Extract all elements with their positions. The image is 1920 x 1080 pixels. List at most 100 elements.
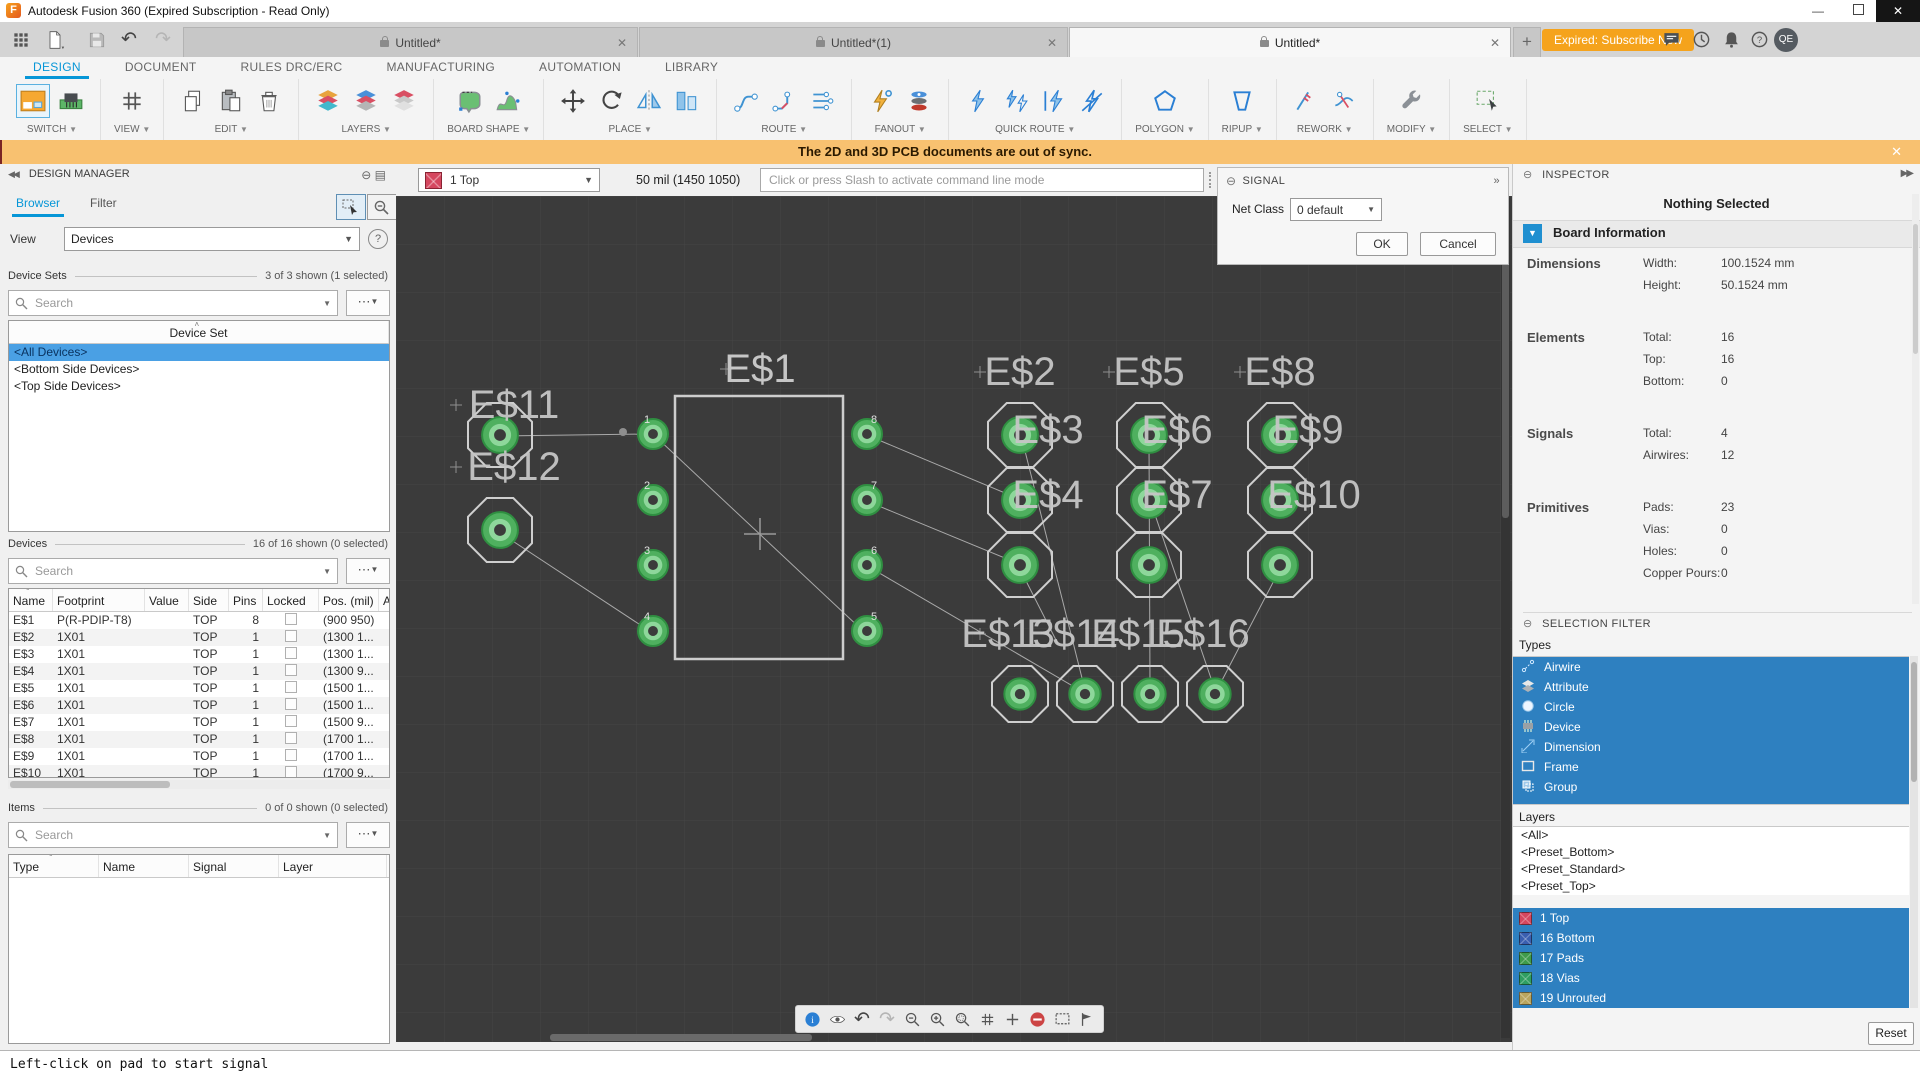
grid-icon[interactable] xyxy=(977,1009,997,1029)
locked-checkbox[interactable] xyxy=(285,630,297,642)
table-row[interactable]: E$21X01TOP1(1300 1... xyxy=(9,629,389,646)
devices-table-hscrollbar[interactable] xyxy=(8,780,390,789)
polygon-icon[interactable] xyxy=(1149,85,1181,117)
locked-checkbox[interactable] xyxy=(285,766,297,778)
table-row[interactable]: E$31X01TOP1(1300 1... xyxy=(9,646,389,663)
locked-checkbox[interactable] xyxy=(285,613,297,625)
quick-route-all-icon[interactable] xyxy=(1038,85,1070,117)
collapse-filter-icon[interactable]: ⊖ xyxy=(1523,618,1533,630)
save-icon[interactable] xyxy=(86,30,108,50)
table-row[interactable]: E$61X01TOP1(1500 1... xyxy=(9,697,389,714)
layer-row-18-vias[interactable]: 18 Vias xyxy=(1513,968,1909,988)
layer-preset-row[interactable]: <Preset_Top> xyxy=(1513,878,1909,895)
route-multi-icon[interactable] xyxy=(806,85,838,117)
canvas-nav-bar[interactable]: i↶↷ xyxy=(795,1005,1104,1033)
ribbon-group-label[interactable]: MODIFY ▼ xyxy=(1387,124,1436,135)
select-on-canvas-button[interactable] xyxy=(336,194,366,220)
command-line-input[interactable] xyxy=(761,169,1203,191)
devices-column-header[interactable]: Side xyxy=(189,589,229,611)
board-information-row[interactable]: ▼ Board Information xyxy=(1513,220,1920,248)
route-icon[interactable] xyxy=(730,85,762,117)
table-row[interactable]: E$41X01TOP1(1300 9... xyxy=(9,663,389,680)
close-tab-icon[interactable]: ✕ xyxy=(1490,36,1500,50)
layers-a-icon[interactable] xyxy=(312,85,344,117)
ribbon-group-label[interactable]: EDIT ▼ xyxy=(215,124,248,135)
items-column-header[interactable]: ˆType xyxy=(9,855,99,877)
view-dropdown[interactable]: Devices ▼ xyxy=(64,227,360,251)
document-tab[interactable]: Untitled*✕ xyxy=(1069,27,1511,58)
net-class-dropdown[interactable]: 0 default ▼ xyxy=(1290,198,1382,221)
type-filter-dimension[interactable]: Dimension xyxy=(1513,737,1909,757)
type-filter-device[interactable]: Device xyxy=(1513,717,1909,737)
signal-dialog-header[interactable]: ⊖ SIGNAL » xyxy=(1218,168,1508,194)
route-angle-icon[interactable] xyxy=(768,85,800,117)
undo-icon[interactable]: ↶ xyxy=(118,30,140,50)
items-table-header[interactable]: ˆTypeNameSignalLayer xyxy=(9,855,389,878)
table-row[interactable]: E$91X01TOP1(1700 1... xyxy=(9,748,389,765)
layer-preset-row[interactable]: <Preset_Bottom> xyxy=(1513,844,1909,861)
paste-icon[interactable] xyxy=(215,85,247,117)
file-new-icon[interactable]: ▾ xyxy=(44,30,66,50)
board-spline-icon[interactable] xyxy=(492,85,524,117)
type-filter-circle[interactable]: Circle xyxy=(1513,697,1909,717)
items-menu-button[interactable]: ⋯▼ xyxy=(346,822,390,848)
ok-button[interactable]: OK xyxy=(1356,232,1408,256)
pcb-viewport[interactable]: 12348765E$1E$11E$12E$2E$5E$8E$3E$4E$6E$7… xyxy=(396,196,1512,1042)
table-row[interactable]: E$101X01TOP1(1700 9... xyxy=(9,765,389,778)
locked-checkbox[interactable] xyxy=(285,715,297,727)
devices-menu-button[interactable]: ⋯▼ xyxy=(346,558,390,584)
bell-icon[interactable] xyxy=(1722,30,1746,50)
redo-icon[interactable]: ↷ xyxy=(877,1009,897,1029)
locked-checkbox[interactable] xyxy=(285,664,297,676)
canvas-vscrollbar[interactable] xyxy=(1501,198,1510,1038)
info-icon[interactable]: i xyxy=(802,1009,822,1029)
document-tab[interactable]: Untitled*✕ xyxy=(183,27,638,58)
layers-c-icon[interactable] xyxy=(388,85,420,117)
ribbon-tab-document[interactable]: DOCUMENT xyxy=(117,57,205,79)
type-filter-airwire[interactable]: Airwire xyxy=(1513,657,1909,677)
copy-icon[interactable] xyxy=(177,85,209,117)
device-set-row[interactable]: <Bottom Side Devices> xyxy=(9,361,389,378)
delete-icon[interactable] xyxy=(253,85,285,117)
fanout-icon[interactable] xyxy=(865,85,897,117)
eye-icon[interactable] xyxy=(827,1009,847,1029)
ribbon-group-label[interactable]: FANOUT ▼ xyxy=(875,124,926,135)
clock-icon[interactable] xyxy=(1692,30,1716,50)
close-tab-icon[interactable]: ✕ xyxy=(617,36,627,50)
zoom-window-icon[interactable] xyxy=(952,1009,972,1029)
items-column-header[interactable]: Layer xyxy=(279,855,387,877)
maximize-button[interactable] xyxy=(1840,0,1876,22)
collapse-dialog-icon[interactable]: ⊖ xyxy=(1226,174,1236,188)
cancel-button[interactable]: Cancel xyxy=(1420,232,1496,256)
via-stack-icon[interactable] xyxy=(903,85,935,117)
board-2d-icon[interactable] xyxy=(17,85,49,117)
zoom-to-selection-button[interactable] xyxy=(367,194,397,220)
devices-search[interactable]: ▼ xyxy=(8,558,338,584)
panel-header-icons[interactable]: ⊖ ▤ xyxy=(361,168,386,182)
items-column-header[interactable]: Signal xyxy=(189,855,279,877)
device-set-row[interactable]: <Top Side Devices> xyxy=(9,378,389,395)
ribbon-tab-automation[interactable]: AUTOMATION xyxy=(531,57,629,79)
filter-scrollbar[interactable] xyxy=(1910,656,1918,1008)
expand-dialog-icon[interactable]: » xyxy=(1493,175,1500,187)
items-column-header[interactable]: Name xyxy=(99,855,189,877)
devices-column-header[interactable]: Pins xyxy=(229,589,263,611)
panel-drag-handle[interactable] xyxy=(1209,172,1211,188)
device-sets-table-header[interactable]: ˄Device Set xyxy=(9,321,389,344)
quick-route-pair-icon[interactable] xyxy=(1000,85,1032,117)
locked-checkbox[interactable] xyxy=(285,698,297,710)
layer-preset-row[interactable]: <All> xyxy=(1513,827,1909,844)
tab-filter[interactable]: Filter xyxy=(90,196,117,210)
layer-row-16-bottom[interactable]: 16 Bottom xyxy=(1513,928,1909,948)
help-icon[interactable]: ? xyxy=(1750,30,1774,50)
devices-search-input[interactable] xyxy=(33,563,323,579)
ribbon-group-label[interactable]: LAYERS ▼ xyxy=(342,124,391,135)
type-filter-attribute[interactable]: Attribute xyxy=(1513,677,1909,697)
layer-row-19-unrouted[interactable]: 19 Unrouted xyxy=(1513,988,1909,1008)
locked-checkbox[interactable] xyxy=(285,732,297,744)
expand-inspector-icon[interactable]: ▶▶ xyxy=(1901,168,1912,179)
select-box-icon[interactable] xyxy=(1472,85,1504,117)
locked-checkbox[interactable] xyxy=(285,749,297,761)
table-row[interactable]: E$1P(R-PDIP-T8)TOP8(900 950) xyxy=(9,612,389,629)
measure-icon[interactable] xyxy=(1077,1009,1097,1029)
